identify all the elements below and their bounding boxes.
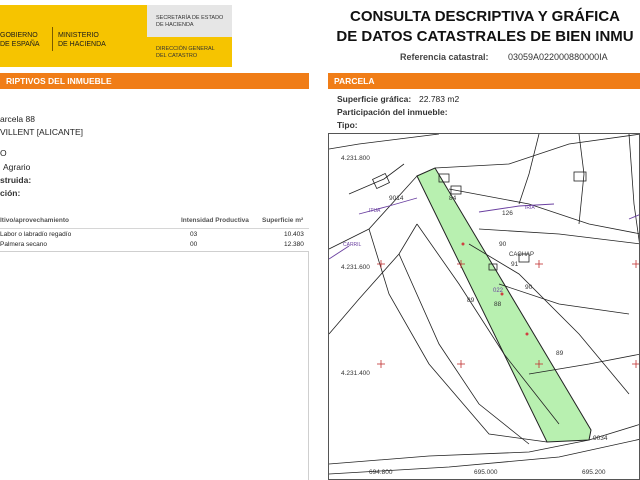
ministry-text: MINISTERIO DE HACIENDA xyxy=(58,32,106,48)
coord-x1: 694.800 xyxy=(369,469,393,476)
parcel-label-90a: 90 xyxy=(499,241,507,248)
parcela-text: arcela 88 xyxy=(0,114,35,124)
row1-cultivo: Labor o labradío regadío xyxy=(0,231,72,238)
map-canvas: 4.231.800 4.231.600 4.231.400 694.800 69… xyxy=(329,134,639,476)
parcel-label-89a: 89 xyxy=(467,297,475,304)
page-title: CONSULTA DESCRIPTIVA Y GRÁFICA DE DATOS … xyxy=(336,8,634,45)
parcel-label-88: 88 xyxy=(494,301,502,308)
coord-x2: 695.000 xyxy=(474,469,498,476)
secretaria-text: SECRETARÍA DE ESTADO DE HACIENDA xyxy=(156,15,224,28)
parcel-label-84: 84 xyxy=(449,195,457,202)
direccion-general-text: DIRECCIÓN GENERAL DEL CATASTRO xyxy=(156,46,215,59)
col-intensidad: Intensidad Productiva xyxy=(181,217,249,224)
coord-y1: 4.231.800 xyxy=(341,155,370,162)
row2-intensidad: 00 xyxy=(190,241,198,248)
left-empty-panel xyxy=(0,251,309,480)
code-label: 022 xyxy=(493,288,504,294)
parcel-label-91: 91 xyxy=(511,261,519,268)
uso-text: Agrario xyxy=(3,162,31,172)
superficie-grafica-value: 22.783 m2 xyxy=(419,94,460,104)
parcel-label-9014: 9014 xyxy=(389,195,404,202)
row1-superficie: 10.403 xyxy=(284,231,304,238)
coord-x3: 695.200 xyxy=(582,469,606,476)
clase-text: O xyxy=(0,148,7,158)
construida-label: struida: xyxy=(0,175,32,185)
section-bar-parcela: PARCELA xyxy=(328,73,640,89)
coord-y2: 4.231.600 xyxy=(341,264,370,271)
col-cultivo: ltivo/aprovechamiento xyxy=(0,217,69,224)
col-superficie: Superficie m² xyxy=(262,217,304,224)
cadastral-map[interactable]: 4.231.800 4.231.600 4.231.400 694.800 69… xyxy=(328,133,640,480)
row2-superficie: 12.380 xyxy=(284,241,304,248)
parcel-label-9034: 9034 xyxy=(593,435,608,442)
table-header-line xyxy=(0,228,309,229)
parcel-label-126: 126 xyxy=(502,210,513,217)
section-bar-datos: RIPTIVOS DEL INMUEBLE xyxy=(0,73,309,89)
parcel-label-90b: 90 xyxy=(525,284,533,291)
road-label-carril: CARRIL xyxy=(343,242,362,248)
construccion-label: ción: xyxy=(0,188,21,198)
road-label-itua: ITUA xyxy=(369,208,381,214)
logo-separator xyxy=(52,27,53,51)
coord-y3: 4.231.400 xyxy=(341,370,370,377)
ref-catastral-value: 03059A022000880000IA xyxy=(508,52,608,62)
row1-intensidad: 03 xyxy=(190,231,198,238)
municipio-text: VILLENT [ALICANTE] xyxy=(0,127,83,137)
row2-cultivo: Palmera secano xyxy=(0,241,47,248)
place-name: CACHAP xyxy=(509,252,534,258)
road-label-iria: IRIA xyxy=(525,205,535,211)
parcel-label-89b: 89 xyxy=(556,350,564,357)
ref-catastral-label: Referencia catastral: xyxy=(400,52,489,62)
superficie-grafica-label: Superficie gráfica: xyxy=(337,94,412,104)
secretaria-box: SECRETARÍA DE ESTADO DE HACIENDA xyxy=(147,5,232,37)
tipo-label: Tipo: xyxy=(337,120,358,130)
gov-text: GOBIERNO DE ESPAÑA xyxy=(0,32,40,48)
participacion-label: Participación del inmueble: xyxy=(337,107,448,117)
